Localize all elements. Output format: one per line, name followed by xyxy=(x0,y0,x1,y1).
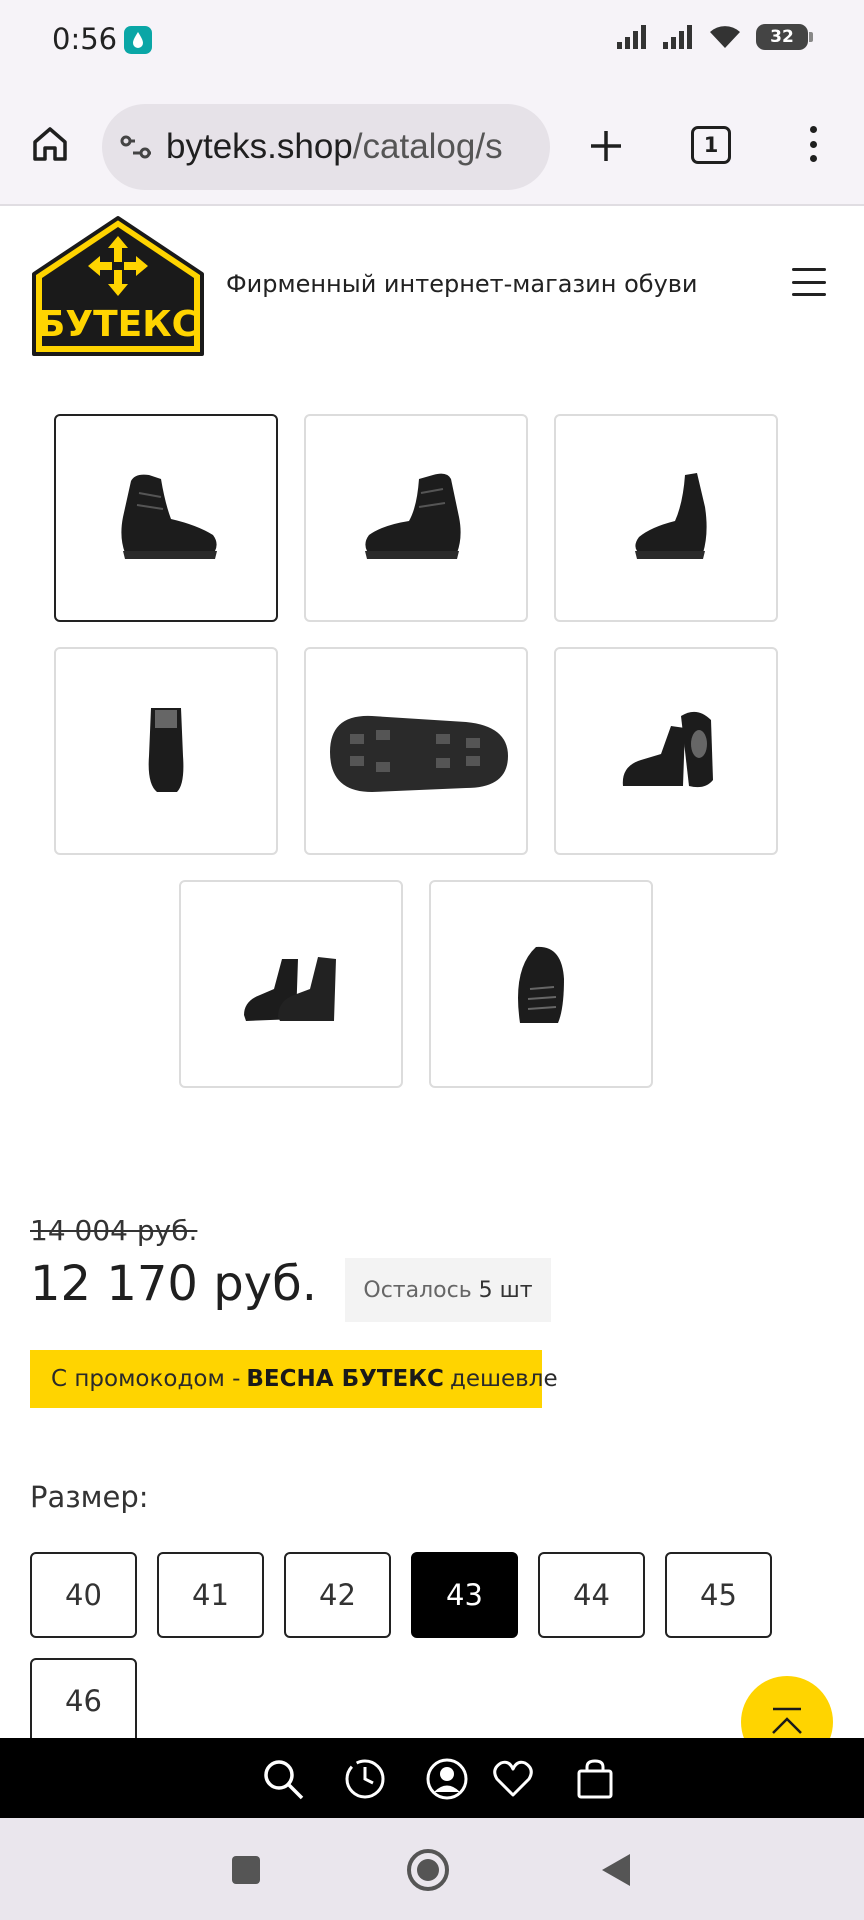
logo-text: БУТЕКС xyxy=(38,304,198,345)
battery-icon: 32 xyxy=(756,24,813,50)
gallery-thumbnail[interactable] xyxy=(554,647,778,855)
url-text: byteks.shop/catalog/s xyxy=(166,127,503,167)
size-option-45[interactable]: 45 xyxy=(665,1552,772,1638)
signal-icon-2 xyxy=(663,25,692,49)
status-bar: 0:56 32 xyxy=(0,0,864,80)
size-option-46[interactable]: 46 xyxy=(30,1658,137,1744)
boot-image xyxy=(365,473,461,559)
shop-bottom-nav xyxy=(0,1738,864,1818)
byteks-logo[interactable]: БУТЕКС xyxy=(30,214,206,360)
size-option-40[interactable]: 40 xyxy=(30,1552,137,1638)
home-nav-button[interactable] xyxy=(406,1848,450,1892)
tab-switcher-button[interactable]: 1 xyxy=(691,126,731,164)
boot-image xyxy=(622,711,713,788)
site-tagline: Фирменный интернет-магазин обуви xyxy=(226,270,698,298)
account-icon[interactable] xyxy=(424,1756,470,1802)
new-tab-button[interactable] xyxy=(584,124,628,168)
address-bar[interactable]: byteks.shop/catalog/s xyxy=(102,104,550,190)
heart-icon[interactable] xyxy=(490,1756,536,1802)
gallery-thumbnail[interactable] xyxy=(54,647,278,855)
gallery-thumbnail[interactable] xyxy=(554,414,778,622)
promo-banner: С промокодом - ВЕСНА БУТЕКС дешевле xyxy=(30,1350,558,1408)
android-nav-bar xyxy=(0,1818,864,1920)
signal-icon xyxy=(617,25,646,49)
url-domain: byteks.shop xyxy=(166,127,353,166)
wifi-icon xyxy=(710,26,740,48)
search-icon[interactable] xyxy=(260,1756,306,1802)
cart-bag-icon[interactable] xyxy=(572,1756,618,1802)
url-path: /catalog/s xyxy=(352,127,503,166)
site-settings-icon[interactable] xyxy=(118,129,154,165)
status-time: 0:56 xyxy=(52,22,118,56)
recents-button[interactable] xyxy=(224,1848,268,1892)
old-price: 14 004 руб. xyxy=(30,1214,198,1247)
home-icon xyxy=(33,127,67,161)
browser-toolbar: byteks.shop/catalog/s xyxy=(0,80,864,206)
promo-prefix: С промокодом - xyxy=(51,1366,241,1392)
stock-label: Осталось xyxy=(363,1277,472,1303)
gallery-thumbnail[interactable] xyxy=(304,647,528,855)
browser-menu-button[interactable] xyxy=(800,122,826,166)
gallery-thumbnail[interactable] xyxy=(179,880,403,1088)
hamburger-menu-icon[interactable] xyxy=(792,268,826,296)
site-header: БУТЕКС Фирменный интернет-магазин обуви xyxy=(0,208,864,368)
boot-image xyxy=(635,473,707,559)
current-price: 12 170 руб. xyxy=(30,1256,317,1312)
size-option-41[interactable]: 41 xyxy=(157,1552,264,1638)
water-drop-icon xyxy=(124,26,152,54)
promo-code: ВЕСНА БУТЕКС xyxy=(246,1366,444,1392)
promo-suffix: дешевле xyxy=(449,1366,558,1392)
back-button[interactable] xyxy=(594,1848,638,1892)
gallery-thumbnail[interactable] xyxy=(429,880,653,1088)
size-label: Размер: xyxy=(30,1480,149,1514)
history-icon[interactable] xyxy=(342,1756,388,1802)
arrow-up-icon xyxy=(772,1707,802,1734)
home-button[interactable] xyxy=(28,122,72,166)
size-option-44[interactable]: 44 xyxy=(538,1552,645,1638)
gallery-thumbnail[interactable] xyxy=(304,414,528,622)
stock-value: 5 шт xyxy=(478,1277,533,1303)
sole-image xyxy=(330,715,508,792)
boot-image xyxy=(148,708,184,792)
gallery-thumbnail[interactable] xyxy=(54,414,278,622)
size-option-42[interactable]: 42 xyxy=(284,1552,391,1638)
stock-badge: Осталось 5 шт xyxy=(345,1258,551,1322)
plus-icon xyxy=(591,131,621,161)
battery-level: 32 xyxy=(770,27,794,47)
boot-toe-image xyxy=(518,946,564,1023)
size-option-43[interactable]: 43 xyxy=(411,1552,518,1638)
status-icons: 32 xyxy=(616,24,813,50)
boot-image xyxy=(121,474,217,559)
boot-pair-image xyxy=(244,957,336,1021)
